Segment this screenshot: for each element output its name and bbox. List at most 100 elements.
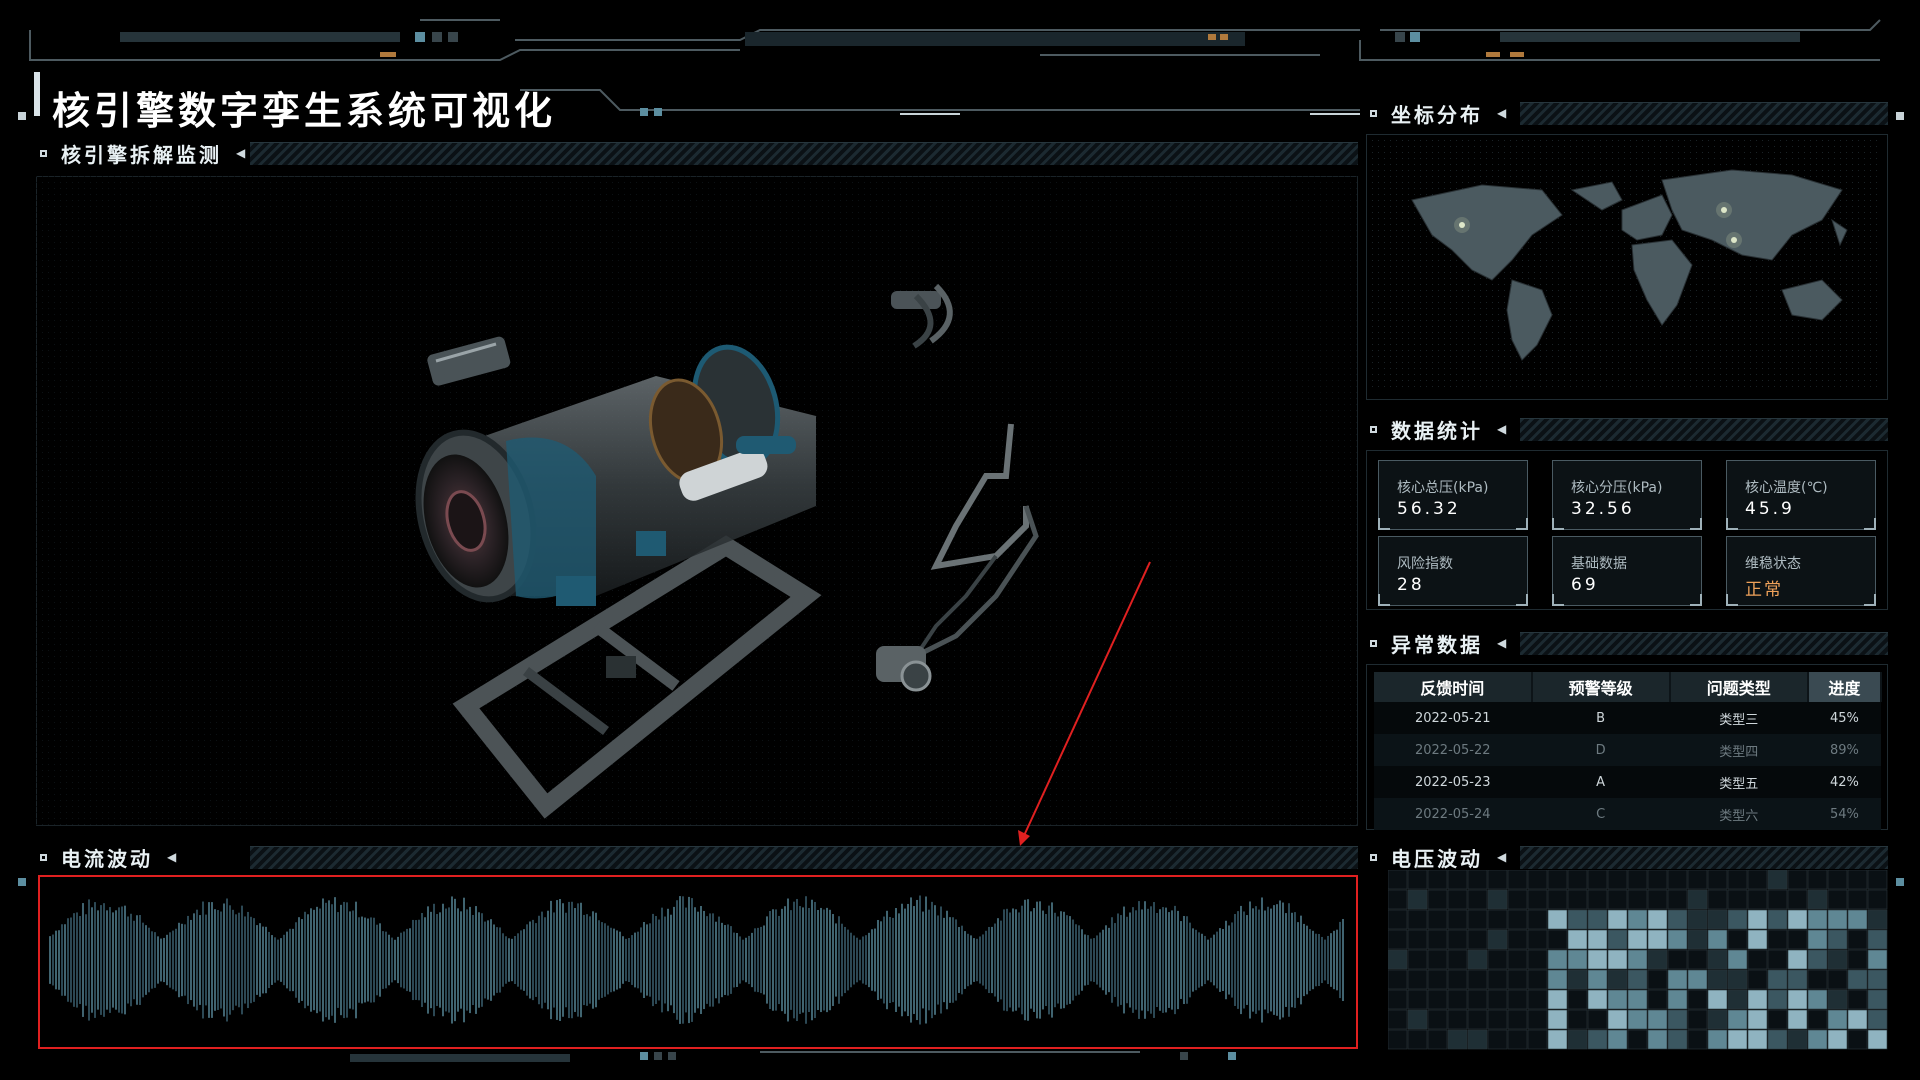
heatmap-cell <box>1747 889 1768 910</box>
heatmap-cell <box>1667 1029 1688 1050</box>
heatmap-cell <box>1447 889 1468 910</box>
heatmap-cell <box>1447 870 1468 890</box>
heatmap-cell <box>1567 929 1588 950</box>
voltage-heatmap[interactable] <box>1388 870 1888 1050</box>
stat-card-base-data: 基础数据 69 <box>1552 536 1702 606</box>
heatmap-cell <box>1767 889 1788 910</box>
heatmap-cell <box>1567 989 1588 1010</box>
table-cell: 类型五 <box>1669 766 1808 798</box>
table-row[interactable]: 2022-05-22 D 类型四 89% <box>1374 734 1881 766</box>
heatmap-cell <box>1407 989 1428 1010</box>
heatmap-cell <box>1787 949 1808 970</box>
heatmap-cell <box>1447 909 1468 930</box>
triangle-left-icon: ◀ <box>1497 422 1507 436</box>
map-panel-title: 坐标分布 <box>1391 102 1483 127</box>
heatmap-cell <box>1687 1029 1708 1050</box>
dashboard-frame: 核引擎数字孪生系统可视化 核引擎拆解监测 ◀ 电流波动 ◀ 坐标分布 ◀ 数据统… <box>0 0 1920 1080</box>
column-header[interactable]: 反馈时间 <box>1374 672 1533 702</box>
heatmap-cell <box>1467 949 1488 970</box>
heatmap-cell <box>1507 889 1528 910</box>
heatmap-cell <box>1547 909 1568 930</box>
heatmap-cell <box>1667 949 1688 970</box>
heatmap-cell <box>1727 929 1748 950</box>
heatmap-cell <box>1447 949 1468 970</box>
stats-panel-header: 数据统计 ◀ <box>1370 416 1507 443</box>
heatmap-cell <box>1427 889 1448 910</box>
heatmap-cell <box>1687 870 1708 890</box>
heatmap-cell <box>1467 889 1488 910</box>
heatmap-cell <box>1527 870 1548 890</box>
heatmap-cell <box>1507 870 1528 890</box>
heatmap-cell <box>1807 929 1828 950</box>
heatmap-cell <box>1707 889 1728 910</box>
column-header[interactable]: 问题类型 <box>1669 672 1809 702</box>
heatmap-cell <box>1847 969 1868 990</box>
anomaly-panel-title: 异常数据 <box>1391 632 1483 657</box>
heatmap-cell <box>1727 1029 1748 1050</box>
heatmap-cell <box>1867 969 1888 990</box>
heatmap-cell <box>1407 909 1428 930</box>
heatmap-cell <box>1767 989 1788 1010</box>
heatmap-cell <box>1847 889 1868 910</box>
table-row[interactable]: 2022-05-21 B 类型三 45% <box>1374 702 1881 734</box>
heatmap-cell <box>1447 1029 1468 1050</box>
engine-header-hatch <box>250 142 1358 165</box>
table-row[interactable]: 2022-05-24 C 类型六 54% <box>1374 798 1881 830</box>
world-map[interactable] <box>1372 140 1882 392</box>
heatmap-cell <box>1547 1009 1568 1030</box>
heatmap-cell <box>1787 929 1808 950</box>
table-row[interactable]: 2022-05-23 A 类型五 42% <box>1374 766 1881 798</box>
heatmap-cell <box>1807 870 1828 890</box>
heatmap-cell <box>1867 1029 1888 1050</box>
heatmap-cell <box>1547 929 1568 950</box>
heatmap-cell <box>1407 929 1428 950</box>
heatmap-cell <box>1707 969 1728 990</box>
heatmap-cell <box>1627 969 1648 990</box>
triangle-left-icon: ◀ <box>1497 106 1507 120</box>
heatmap-cell <box>1687 1009 1708 1030</box>
triangle-left-icon: ◀ <box>236 146 246 160</box>
heatmap-cell <box>1388 989 1408 1010</box>
heatmap-cell <box>1407 1029 1428 1050</box>
stat-value: 56.32 <box>1397 499 1461 519</box>
table-cell: 54% <box>1807 798 1881 830</box>
table-cell: 类型四 <box>1669 734 1808 766</box>
heatmap-cell <box>1427 969 1448 990</box>
column-header-active[interactable]: 进度 <box>1807 672 1883 702</box>
heatmap-cell <box>1867 929 1888 950</box>
heatmap-cell <box>1507 929 1528 950</box>
triangle-left-icon: ◀ <box>1497 636 1507 650</box>
heatmap-cell <box>1487 949 1508 970</box>
stat-value: 28 <box>1397 575 1425 595</box>
heatmap-cell <box>1847 1029 1868 1050</box>
heatmap-cell <box>1547 949 1568 970</box>
heatmap-cell <box>1667 889 1688 910</box>
heatmap-cell <box>1507 909 1528 930</box>
table-cell: B <box>1531 702 1670 734</box>
heatmap-cell <box>1467 909 1488 930</box>
heatmap-cell <box>1567 1009 1588 1030</box>
heatmap-cell <box>1587 949 1608 970</box>
heatmap-cell <box>1767 1009 1788 1030</box>
square-outline-icon <box>1370 109 1377 117</box>
heatmap-cell <box>1767 969 1788 990</box>
heatmap-cell <box>1667 870 1688 890</box>
heatmap-cell <box>1627 949 1648 970</box>
stat-value-status: 正常 <box>1745 580 1783 600</box>
heatmap-cell <box>1707 1009 1728 1030</box>
title-underline-decoration <box>520 89 1360 116</box>
heatmap-cell <box>1687 989 1708 1010</box>
anomaly-table: 反馈时间 预警等级 问题类型 进度 2022-05-21 B 类型三 45% 2… <box>1374 672 1883 830</box>
heatmap-cell <box>1807 949 1828 970</box>
current-wave-chart[interactable] <box>46 882 1350 1042</box>
heatmap-cell <box>1388 929 1408 950</box>
heatmap-cell <box>1747 870 1768 890</box>
heatmap-cell <box>1447 989 1468 1010</box>
heatmap-cell <box>1767 870 1788 890</box>
side-marker <box>18 112 26 120</box>
heatmap-cell <box>1727 889 1748 910</box>
current-panel-header: 电流波动 ◀ <box>40 844 176 871</box>
heatmap-cell <box>1727 909 1748 930</box>
side-marker <box>18 878 26 886</box>
column-header[interactable]: 预警等级 <box>1531 672 1671 702</box>
